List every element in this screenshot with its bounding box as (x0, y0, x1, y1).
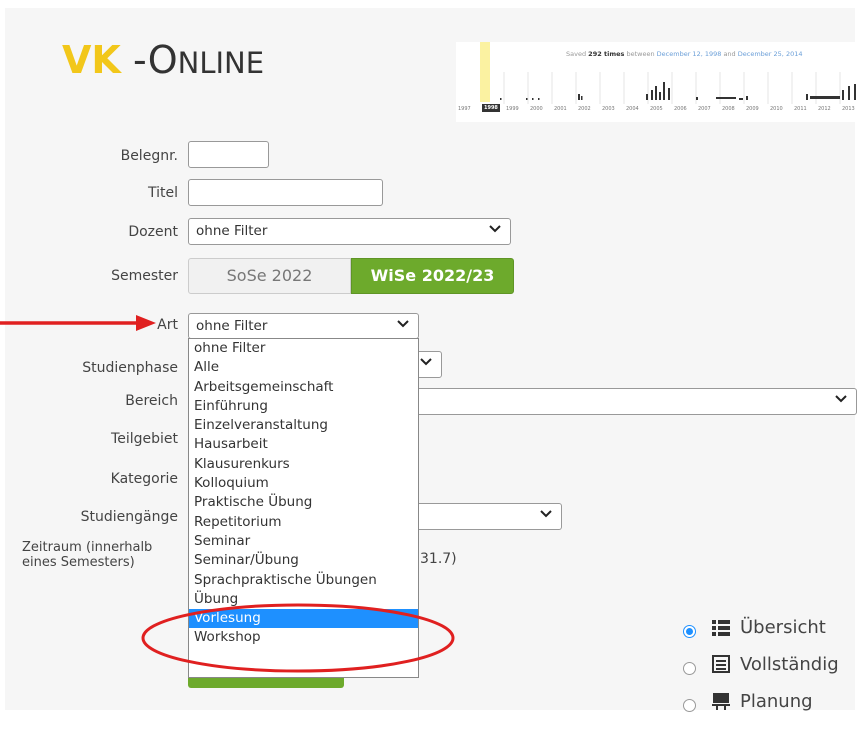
view-full-radio[interactable] (683, 662, 696, 675)
semester-sose-button[interactable]: SoSe 2022 (188, 258, 351, 294)
capture-sparkline (500, 72, 856, 104)
wayback-year-2001[interactable]: 2001 (554, 106, 567, 112)
view-full-label: Vollständig (740, 654, 839, 675)
site-logo: VK -ONLINE (62, 38, 265, 82)
art-option[interactable]: Arbeitsgemeinschaft (189, 378, 418, 397)
chevron-down-icon (834, 392, 848, 406)
wayback-year-2009[interactable]: 2009 (746, 106, 759, 112)
art-option[interactable]: Seminar (189, 532, 418, 551)
wayback-year-2002[interactable]: 2002 (578, 106, 591, 112)
annotation-arrow (0, 315, 156, 331)
document-icon (712, 655, 730, 673)
wayback-timeline: Saved 292 times between December 12, 199… (456, 42, 860, 122)
art-value: ohne Filter (196, 318, 268, 334)
wayback-year-2012[interactable]: 2012 (818, 106, 831, 112)
art-option[interactable]: Hausarbeit (189, 435, 418, 454)
art-option[interactable]: Seminar/Übung (189, 551, 418, 570)
wayback-year-2006[interactable]: 2006 (674, 106, 687, 112)
art-option[interactable]: Einführung (189, 397, 418, 416)
wayback-year-1999[interactable]: 1999 (506, 106, 519, 112)
wayback-year-2008[interactable]: 2008 (722, 106, 735, 112)
wayback-year-2010[interactable]: 2010 (770, 106, 783, 112)
chevron-down-icon (396, 317, 410, 331)
wayback-year-2007[interactable]: 2007 (698, 106, 711, 112)
semester-wise-button[interactable]: WiSe 2022/23 (351, 258, 514, 294)
presentation-icon (712, 692, 730, 710)
wayback-year-axis: 1997 1998 1999 2000 2001 2002 2003 2004 2005 2006… (456, 104, 860, 116)
belegnr-input[interactable] (188, 141, 269, 168)
art-option[interactable]: ohne Filter (189, 339, 418, 358)
art-option[interactable]: Sprachpraktische Übungen (189, 571, 418, 590)
chevron-down-icon (419, 355, 433, 369)
chevron-down-icon (539, 507, 553, 521)
zeitraum-hint: 31.7) (420, 551, 457, 567)
titel-label: Titel (147, 185, 178, 201)
art-select[interactable]: ohne Filter (188, 313, 419, 339)
dozent-select[interactable]: ohne Filter (188, 218, 511, 245)
bereich-label: Bereich (125, 393, 178, 409)
wayback-year-1997[interactable]: 1997 (458, 106, 471, 112)
semester-label: Semester (111, 268, 178, 284)
wayback-year-2013[interactable]: 2013 (842, 106, 855, 112)
wayback-year-2005[interactable]: 2005 (650, 106, 663, 112)
art-option[interactable]: Kolloquium (189, 474, 418, 493)
zeitraum-label: Zeitraum (innerhalb eines Semesters) (22, 540, 153, 570)
art-option[interactable]: Klausurenkurs (189, 455, 418, 474)
belegnr-label: Belegnr. (120, 148, 178, 164)
view-overview-label: Übersicht (740, 617, 826, 638)
art-option[interactable]: Einzelveranstaltung (189, 416, 418, 435)
wayback-year-2000[interactable]: 2000 (530, 106, 543, 112)
art-option[interactable]: Praktische Übung (189, 493, 418, 512)
wayback-year-2003[interactable]: 2003 (602, 106, 615, 112)
art-option[interactable]: Repetitorium (189, 513, 418, 532)
studienphase-label: Studienphase (82, 360, 178, 376)
bereich-select[interactable] (380, 388, 857, 415)
studiengaenge-label: Studiengänge (80, 509, 178, 525)
view-planning-radio[interactable] (683, 699, 696, 712)
dozent-label: Dozent (128, 224, 178, 240)
wayback-year-2004[interactable]: 2004 (626, 106, 639, 112)
art-option[interactable]: Alle (189, 358, 418, 377)
teilgebiet-label: Teilgebiet (111, 431, 178, 447)
chevron-down-icon (488, 222, 502, 236)
wayback-year-2011[interactable]: 2011 (794, 106, 807, 112)
list-icon (712, 619, 730, 637)
annotation-ellipse (141, 603, 455, 673)
kategorie-label: Kategorie (110, 471, 178, 487)
view-planning-label: Planung (740, 691, 813, 712)
titel-input[interactable] (188, 179, 383, 206)
view-overview-radio[interactable] (683, 625, 696, 638)
dozent-value: ohne Filter (196, 223, 268, 239)
wayback-year-1998[interactable]: 1998 (482, 104, 500, 112)
